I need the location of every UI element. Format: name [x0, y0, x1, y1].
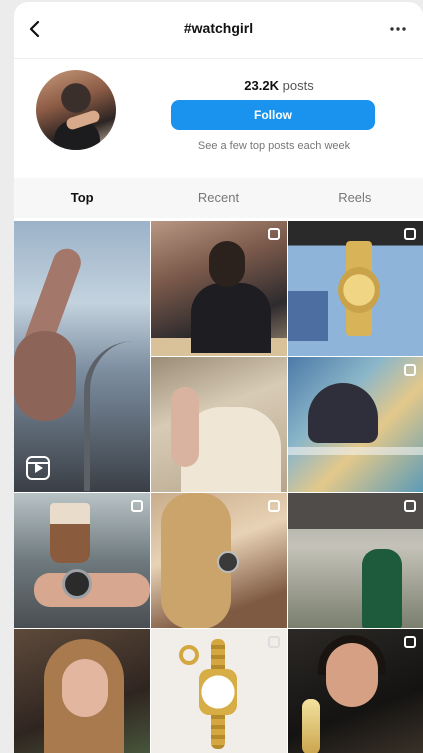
posts-count: 23.2K posts	[169, 78, 389, 93]
posts-count-label: posts	[282, 78, 314, 93]
post-image-detail	[171, 387, 199, 467]
post-image-detail	[14, 331, 76, 421]
more-options-button[interactable]	[383, 14, 413, 44]
post-image-detail	[62, 569, 92, 599]
feed-tabs: Top Recent Reels	[14, 178, 423, 218]
post-image-detail	[362, 549, 402, 628]
grid-post[interactable]	[288, 493, 423, 628]
grid-post-reel[interactable]	[14, 221, 150, 492]
page-title: #watchgirl	[183, 20, 254, 36]
grid-post[interactable]	[288, 629, 423, 753]
post-image-detail	[50, 503, 90, 563]
carousel-icon	[404, 364, 416, 376]
grid-post[interactable]	[151, 221, 287, 356]
post-image-detail	[288, 291, 328, 341]
carousel-icon	[268, 636, 280, 648]
post-image-detail	[62, 659, 108, 717]
post-image-detail	[288, 447, 423, 455]
carousel-icon	[268, 228, 280, 240]
tab-recent[interactable]: Recent	[150, 178, 286, 218]
post-image-detail	[34, 573, 150, 607]
post-image-detail	[302, 699, 320, 753]
top-bar: #watchgirl	[14, 2, 423, 58]
follow-button[interactable]: Follow	[171, 100, 375, 130]
carousel-icon	[268, 500, 280, 512]
grid-post[interactable]	[288, 221, 423, 356]
grid-post[interactable]	[151, 629, 287, 753]
hashtag-avatar	[36, 70, 116, 150]
phone-screen: #watchgirl 23.2K posts Follow See a few …	[14, 2, 423, 753]
post-image-detail	[179, 645, 199, 665]
grid-post[interactable]	[151, 493, 287, 628]
posts-count-value: 23.2K	[244, 78, 279, 93]
grid-post[interactable]	[14, 629, 150, 753]
post-image-detail	[84, 341, 150, 491]
reels-icon	[26, 456, 50, 480]
grid-post[interactable]	[288, 357, 423, 492]
carousel-icon	[404, 228, 416, 240]
posts-grid	[14, 221, 423, 753]
post-image-detail	[199, 669, 237, 715]
carousel-icon	[404, 636, 416, 648]
tab-top[interactable]: Top	[14, 178, 150, 218]
post-image-detail	[326, 643, 378, 707]
post-image-detail	[308, 383, 378, 443]
post-image-detail	[191, 283, 271, 353]
grid-post[interactable]	[151, 357, 287, 492]
post-image-detail	[209, 241, 245, 287]
grid-post[interactable]	[14, 493, 150, 628]
carousel-icon	[404, 500, 416, 512]
more-horizontal-icon	[390, 27, 406, 31]
post-image-detail	[338, 267, 380, 313]
tab-reels[interactable]: Reels	[287, 178, 423, 218]
top-posts-hint: See a few top posts each week	[197, 140, 351, 152]
post-image-detail	[217, 551, 239, 573]
carousel-icon	[131, 500, 143, 512]
header-divider	[14, 58, 423, 59]
post-image-detail	[288, 493, 423, 529]
